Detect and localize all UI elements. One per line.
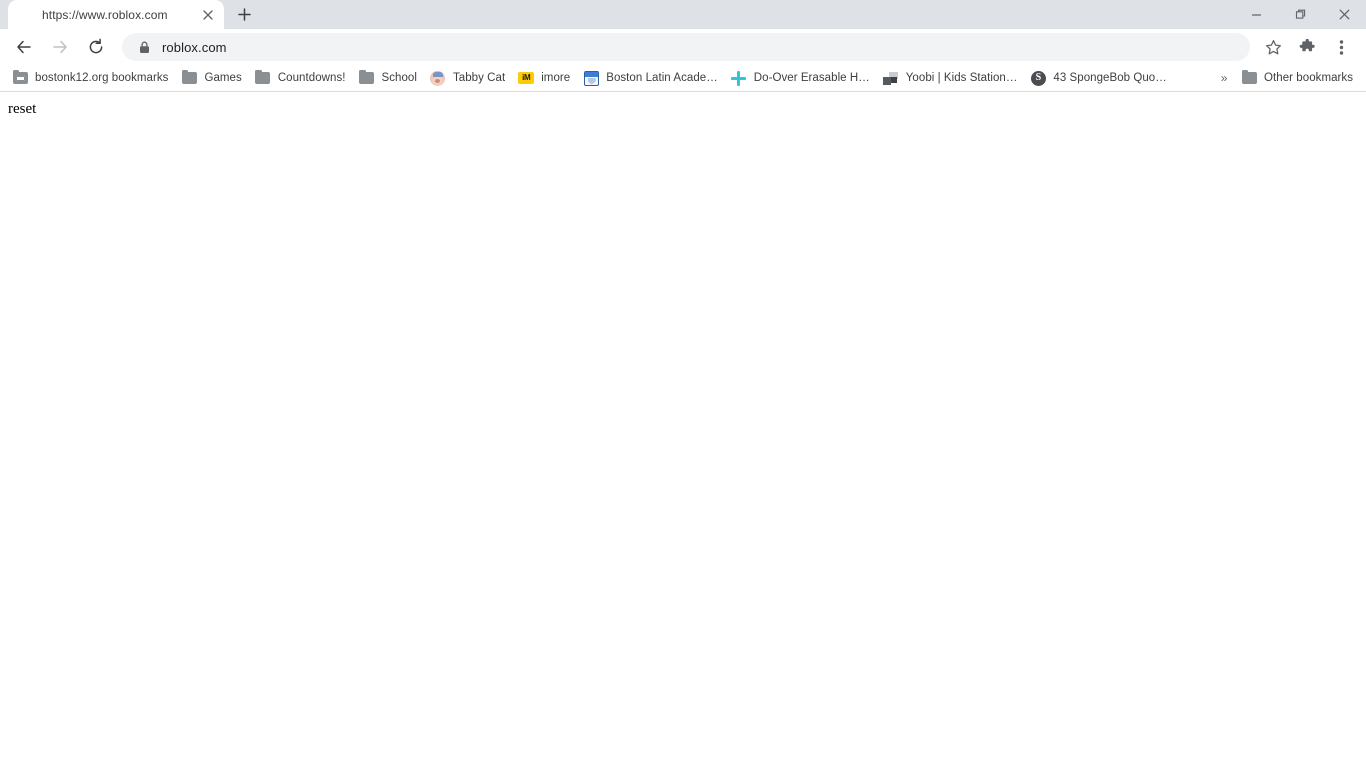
bookmark-43-spongebob-quotes[interactable]: S 43 SpongeBob Quo…	[1024, 67, 1173, 89]
browser-toolbar: roblox.com	[0, 29, 1366, 65]
back-arrow-icon[interactable]	[10, 33, 38, 61]
bookmark-yoobi-kids-station[interactable]: Yoobi | Kids Station…	[877, 67, 1025, 89]
bookmarks-bar: bostonk12.org bookmarks Games Countdowns…	[0, 65, 1366, 92]
bookmark-label: Yoobi | Kids Station…	[905, 72, 1018, 84]
new-tab-icon[interactable]	[230, 0, 258, 28]
bookmark-label: Boston Latin Acade…	[606, 72, 718, 84]
forward-arrow-icon	[46, 33, 74, 61]
bookmark-label: Do-Over Erasable H…	[753, 72, 870, 84]
bookmarks-overflow-icon[interactable]: »	[1213, 67, 1235, 89]
roblox-icon	[18, 7, 34, 23]
bookmark-countdowns[interactable]: Countdowns!	[249, 67, 353, 89]
bookmark-other-bookmarks[interactable]: Other bookmarks	[1235, 67, 1360, 89]
close-icon[interactable]	[1322, 0, 1366, 29]
folder-icon	[255, 69, 271, 86]
maximize-icon[interactable]	[1278, 0, 1322, 29]
lock-icon[interactable]	[136, 39, 152, 55]
imore-icon: iM	[518, 70, 535, 86]
boston-latin-icon	[583, 70, 599, 86]
folder-icon	[181, 69, 197, 86]
bookmark-label: imore	[541, 72, 571, 84]
window-controls	[1234, 0, 1366, 29]
extensions-puzzle-icon[interactable]	[1293, 33, 1321, 61]
bookmarks-overflow-group: » Other bookmarks	[1213, 67, 1360, 89]
bookmark-tabby-cat[interactable]: Tabby Cat	[424, 67, 512, 89]
bookmark-do-over-erasable-highlighters[interactable]: Do-Over Erasable H…	[725, 67, 877, 89]
bookmark-label: 43 SpongeBob Quo…	[1053, 72, 1167, 84]
bookmark-star-icon[interactable]	[1259, 33, 1287, 61]
minimize-icon[interactable]	[1234, 0, 1278, 29]
imore-icon-text: iM	[518, 72, 535, 84]
bookmark-label: Games	[204, 72, 242, 84]
page-viewport: reset	[0, 92, 1366, 768]
bookmark-label: Tabby Cat	[452, 72, 506, 84]
bookmark-games[interactable]: Games	[175, 67, 248, 89]
do-over-icon	[731, 70, 747, 86]
page-body-text: reset	[8, 101, 37, 117]
folder-icon	[359, 69, 375, 86]
spongebob-icon: S	[1030, 70, 1046, 86]
reload-icon[interactable]	[82, 33, 110, 61]
address-bar-text: roblox.com	[162, 39, 227, 55]
tabby-cat-icon	[430, 70, 446, 86]
yoobi-icon	[883, 70, 899, 86]
managed-folder-icon	[12, 69, 28, 86]
tab-title: https://www.roblox.com	[42, 7, 168, 22]
tab-strip: https://www.roblox.com	[0, 0, 1366, 29]
bookmark-bostonk12-org-bookmarks[interactable]: bostonk12.org bookmarks	[6, 67, 175, 89]
browser-window: https://www.roblox.com roblox.com boston…	[0, 0, 1366, 768]
bookmark-label: bostonk12.org bookmarks	[35, 72, 169, 84]
browser-tab[interactable]: https://www.roblox.com	[8, 0, 224, 29]
bookmark-label: Countdowns!	[277, 72, 346, 84]
address-bar[interactable]: roblox.com	[122, 33, 1250, 61]
bookmark-imore[interactable]: iM imore	[512, 67, 577, 89]
bookmark-label: Other bookmarks	[1264, 72, 1353, 84]
spongebob-icon-text: S	[1030, 70, 1046, 86]
bookmark-boston-latin-academy[interactable]: Boston Latin Acade…	[577, 67, 725, 89]
close-tab-icon[interactable]	[198, 5, 218, 25]
chrome-three-dot-menu-icon[interactable]	[1327, 33, 1355, 61]
bookmark-label: School	[381, 72, 417, 84]
bookmark-school[interactable]: School	[353, 67, 424, 89]
folder-icon	[1241, 69, 1257, 86]
